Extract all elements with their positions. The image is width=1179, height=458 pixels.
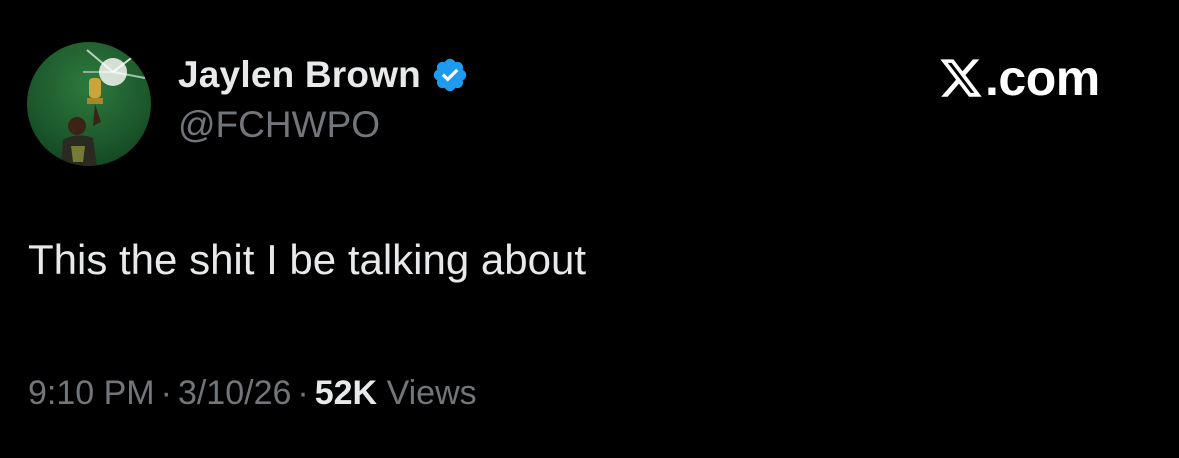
brand-watermark: .com [938,50,1100,106]
tweet-date[interactable]: 3/10/26 [178,374,291,412]
meta-separator: · [160,374,172,412]
x-logo-icon [938,55,984,101]
brand-domain-text: .com [985,50,1100,106]
display-name-row: Jaylen Brown [178,50,469,100]
tweet-card: Jaylen Brown @FCHWPO .com This the shit … [0,0,1179,458]
tweet-time[interactable]: 9:10 PM [28,374,155,412]
display-name[interactable]: Jaylen Brown [178,54,421,96]
views-label: Views [386,374,477,412]
avatar-image [61,49,146,166]
avatar[interactable] [27,42,151,166]
tweet-meta: 9:10 PM · 3/10/26 · 52K Views [28,374,477,413]
tweet-text: This the shit I be talking about [28,236,586,283]
views-count[interactable]: 52K [315,374,377,412]
meta-separator: · [297,374,309,412]
verified-badge-icon [431,56,469,94]
user-handle[interactable]: @FCHWPO [178,104,380,146]
